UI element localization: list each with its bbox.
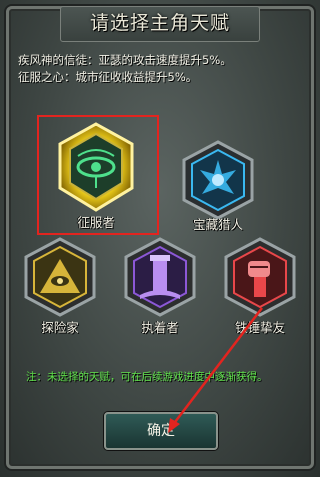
talent-selection-dialog: 请选择主角天赋 疾风神的信徒：亚瑟的攻击速度提升5%。 征服之心：城市征收收益提… [0,0,320,477]
pointer-arrow [168,307,263,433]
